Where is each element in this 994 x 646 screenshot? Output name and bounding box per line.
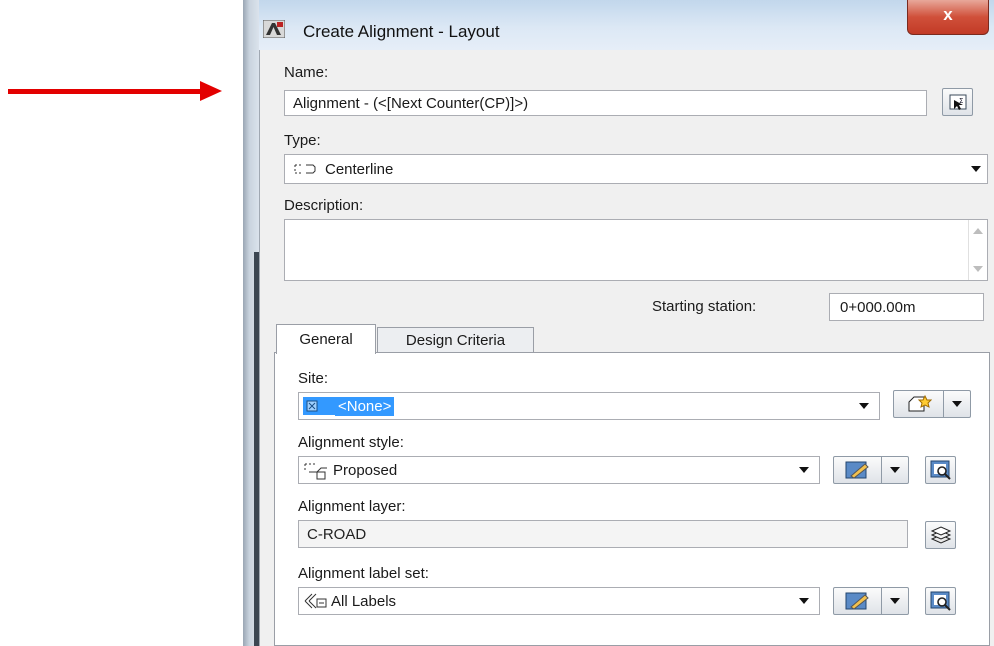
browse-style-icon	[930, 460, 951, 480]
chevron-down-icon	[799, 598, 809, 604]
title-bar[interactable]: Create Alignment - Layout x	[259, 0, 994, 50]
pick-from-drawing-button[interactable]: Σ	[942, 88, 973, 116]
edit-style-icon	[845, 592, 869, 610]
edit-style-dropdown[interactable]	[882, 457, 908, 483]
tab-general[interactable]: General	[276, 324, 376, 354]
starting-station-value: 0+000.00m	[840, 298, 916, 316]
layer-button[interactable]	[925, 521, 956, 549]
alignment-label-set-label: Alignment label set:	[298, 565, 429, 582]
alignment-style-select[interactable]: Proposed	[298, 456, 820, 484]
name-value: Alignment - (<[Next Counter(CP)]>)	[293, 94, 529, 112]
name-input[interactable]: Alignment - (<[Next Counter(CP)]>)	[284, 90, 927, 116]
site-icon	[303, 397, 335, 415]
alignment-style-label: Alignment style:	[298, 434, 404, 451]
scroll-up-icon	[973, 228, 983, 234]
browse-label-set-button[interactable]	[925, 587, 956, 615]
type-value: Centerline	[325, 160, 394, 178]
alignment-layer-label: Alignment layer:	[298, 498, 406, 515]
autocad-civil-app-icon	[263, 20, 285, 38]
type-select[interactable]: Centerline	[284, 154, 988, 184]
scroll-down-icon	[973, 266, 983, 272]
chevron-down-icon	[859, 403, 869, 409]
description-label: Description:	[284, 197, 364, 214]
tab-general-label: General	[299, 331, 353, 348]
window-title: Create Alignment - Layout	[303, 22, 500, 41]
tab-design-criteria-label: Design Criteria	[405, 332, 506, 349]
pick-from-drawing-icon: Σ	[949, 94, 966, 110]
chevron-down-icon	[971, 166, 981, 172]
alignment-label-set-select[interactable]: All Labels	[298, 587, 820, 615]
site-value: <None>	[335, 396, 395, 416]
edit-label-set-button[interactable]	[833, 587, 909, 615]
create-site-icon	[908, 394, 932, 412]
chevron-down-icon	[890, 467, 900, 473]
alignment-layer-value: C-ROAD	[307, 525, 367, 543]
tab-design-criteria[interactable]: Design Criteria	[377, 327, 534, 353]
description-textarea[interactable]	[284, 219, 988, 281]
close-button[interactable]: x	[907, 0, 989, 35]
chevron-down-icon	[952, 401, 962, 407]
browse-style-icon	[930, 591, 951, 611]
starting-station-input[interactable]: 0+000.00m	[829, 293, 984, 321]
alignment-style-icon	[304, 463, 327, 480]
type-label: Type:	[284, 132, 321, 149]
site-select[interactable]: <None>	[298, 392, 880, 420]
edit-style-icon	[845, 461, 869, 479]
centerline-type-icon	[294, 164, 316, 174]
edit-style-button[interactable]	[833, 456, 909, 484]
annotation-arrow-horizontal	[8, 89, 208, 94]
close-icon: x	[943, 5, 953, 24]
layer-icon	[930, 526, 951, 544]
label-set-icon	[304, 593, 327, 609]
chevron-down-icon	[890, 598, 900, 604]
create-site-button[interactable]	[893, 390, 971, 418]
site-label: Site:	[298, 370, 329, 387]
alignment-label-set-value: All Labels	[331, 592, 397, 610]
starting-station-label: Starting station:	[652, 298, 757, 315]
edit-label-set-dropdown[interactable]	[882, 588, 908, 614]
description-scrollbar[interactable]	[968, 220, 987, 280]
create-site-dropdown[interactable]	[944, 391, 970, 417]
chevron-down-icon	[799, 467, 809, 473]
alignment-layer-field[interactable]: C-ROAD	[298, 520, 908, 548]
alignment-style-value: Proposed	[333, 461, 398, 479]
browse-style-button[interactable]	[925, 456, 956, 484]
name-label: Name:	[284, 64, 329, 81]
annotation-arrow-head	[200, 81, 222, 101]
